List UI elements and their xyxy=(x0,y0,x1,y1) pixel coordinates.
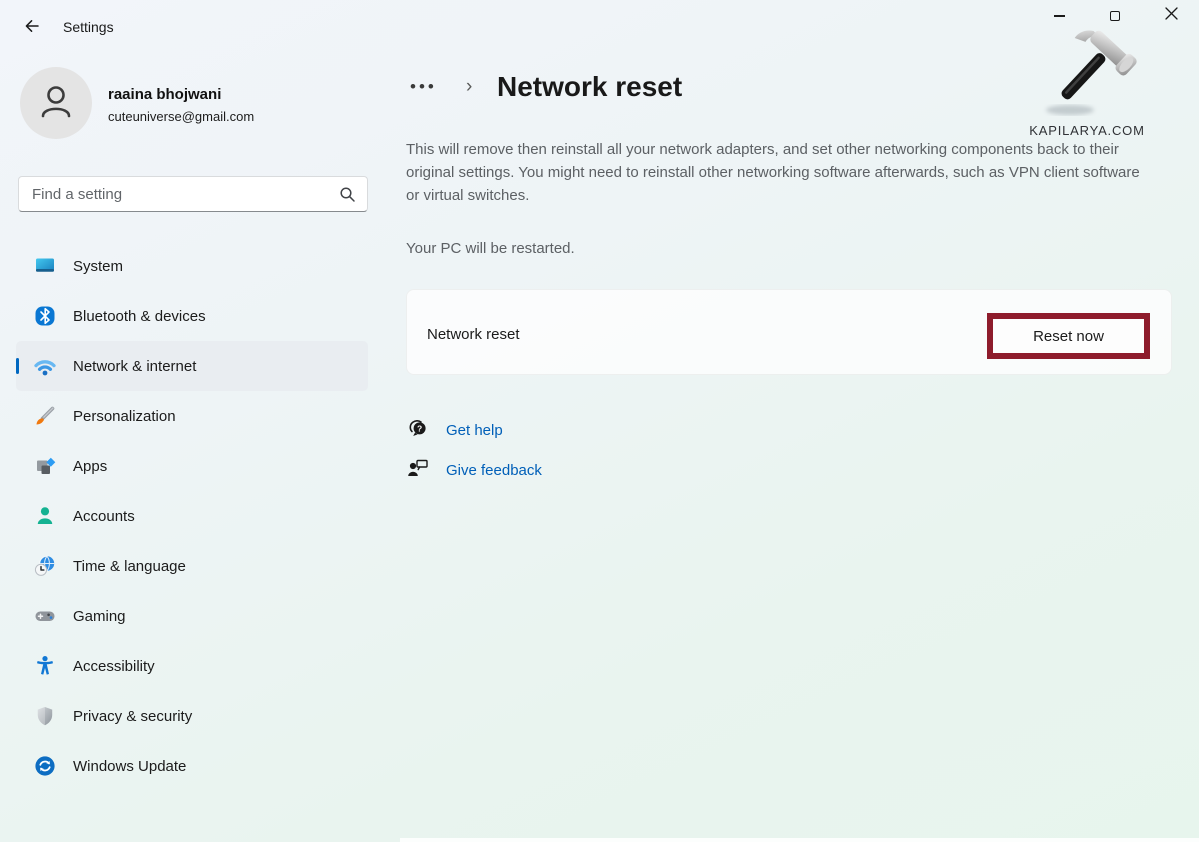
sidebar-item-label: Windows Update xyxy=(73,758,186,775)
search-icon[interactable] xyxy=(338,185,357,209)
restart-note: Your PC will be restarted. xyxy=(406,240,575,257)
user-name: raaina bhojwani xyxy=(108,86,221,103)
user-email: cuteuniverse@gmail.com xyxy=(108,109,254,124)
sidebar-item-label: Gaming xyxy=(73,608,126,625)
get-help-row: ? Get help xyxy=(406,416,503,445)
search-box xyxy=(18,176,368,212)
gamepad-icon xyxy=(33,604,57,628)
help-chat-icon: ? xyxy=(406,416,432,445)
page-title: Network reset xyxy=(497,71,682,103)
window-title: Settings xyxy=(63,19,114,35)
chevron-right-icon: › xyxy=(466,76,472,98)
bluetooth-icon xyxy=(33,304,57,328)
sidebar-item-system[interactable]: System xyxy=(16,241,368,291)
windows-update-icon xyxy=(33,754,57,778)
sidebar-item-label: System xyxy=(73,258,123,275)
sidebar-item-time-language[interactable]: Time & language xyxy=(16,541,368,591)
avatar xyxy=(20,67,92,139)
reset-now-button-label: Reset now xyxy=(1033,328,1104,345)
search-input[interactable] xyxy=(32,177,332,211)
sidebar-item-windows-update[interactable]: Windows Update xyxy=(16,741,368,791)
feedback-person-icon xyxy=(406,456,432,485)
minimize-button[interactable] xyxy=(1036,0,1082,32)
get-help-link[interactable]: Get help xyxy=(446,422,503,439)
maximize-button[interactable] xyxy=(1092,0,1138,32)
arrow-left-icon xyxy=(23,17,41,40)
time-language-icon xyxy=(33,554,57,578)
sidebar-item-network-internet[interactable]: Network & internet xyxy=(16,341,368,391)
page-description: This will remove then reinstall all your… xyxy=(406,138,1154,207)
watermark-text: KAPILARYA.COM xyxy=(1012,123,1162,138)
card-label: Network reset xyxy=(427,326,520,343)
sidebar-item-apps[interactable]: Apps xyxy=(16,441,368,491)
sidebar-item-label: Accessibility xyxy=(73,658,155,675)
give-feedback-link[interactable]: Give feedback xyxy=(446,462,542,479)
accounts-person-icon xyxy=(33,504,57,528)
sidebar-item-label: Privacy & security xyxy=(73,708,192,725)
sidebar-nav: System Bluetooth & devices Network & int… xyxy=(16,241,368,791)
accessibility-icon xyxy=(33,654,57,678)
breadcrumb-ellipsis[interactable]: ••• xyxy=(410,77,437,97)
close-icon xyxy=(1165,7,1178,25)
sidebar-item-label: Network & internet xyxy=(73,358,196,375)
sidebar-item-label: Bluetooth & devices xyxy=(73,308,206,325)
sidebar-item-label: Apps xyxy=(73,458,107,475)
svg-text:?: ? xyxy=(417,423,422,433)
hammer-icon xyxy=(1032,107,1142,124)
apps-icon xyxy=(33,454,57,478)
sidebar-item-bluetooth-devices[interactable]: Bluetooth & devices xyxy=(16,291,368,341)
sidebar-item-label: Time & language xyxy=(73,558,186,575)
sidebar-item-accounts[interactable]: Accounts xyxy=(16,491,368,541)
give-feedback-row: Give feedback xyxy=(406,456,542,485)
sidebar-item-personalization[interactable]: Personalization xyxy=(16,391,368,441)
settings-window: Settings raaina bhojwani cuteuniverse@gm… xyxy=(0,0,1199,842)
close-button[interactable] xyxy=(1148,0,1194,32)
sidebar-item-privacy-security[interactable]: Privacy & security xyxy=(16,691,368,741)
network-reset-card: Network reset Reset now xyxy=(406,289,1172,375)
maximize-icon xyxy=(1110,11,1120,21)
person-icon xyxy=(34,79,78,128)
wifi-icon xyxy=(33,354,57,378)
user-profile[interactable]: raaina bhojwani cuteuniverse@gmail.com xyxy=(20,65,360,141)
system-icon xyxy=(33,254,57,278)
watermark: KAPILARYA.COM xyxy=(1012,22,1162,138)
minimize-icon xyxy=(1054,15,1065,16)
back-button[interactable] xyxy=(18,17,46,39)
shield-icon xyxy=(33,704,57,728)
sidebar-item-accessibility[interactable]: Accessibility xyxy=(16,641,368,691)
sidebar-item-gaming[interactable]: Gaming xyxy=(16,591,368,641)
reset-now-button[interactable]: Reset now xyxy=(987,313,1150,359)
sidebar-item-label: Personalization xyxy=(73,408,176,425)
personalization-brush-icon xyxy=(33,404,57,428)
sidebar-item-label: Accounts xyxy=(73,508,135,525)
selected-indicator xyxy=(16,358,19,374)
bottom-strip xyxy=(400,838,1199,842)
